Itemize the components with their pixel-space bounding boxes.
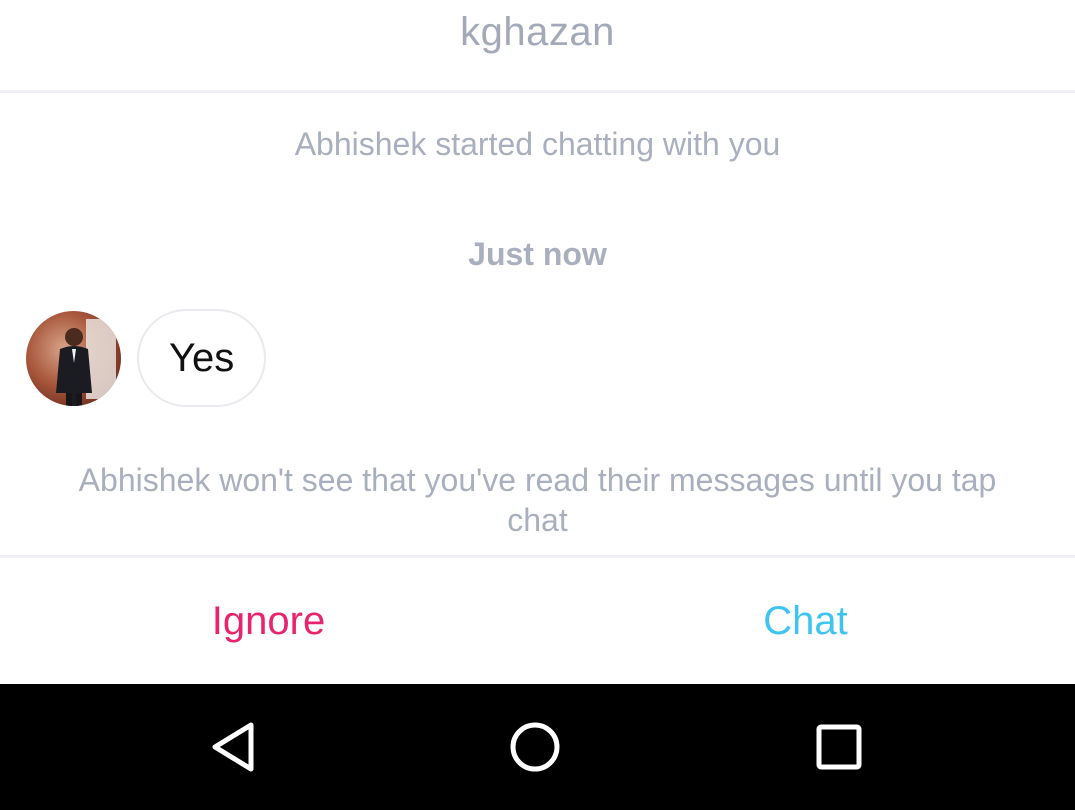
message-request-screen: kghazan Abhishek started chatting with y… (0, 0, 1075, 810)
back-triangle-icon (212, 722, 254, 772)
avatar[interactable] (26, 310, 121, 406)
ignore-button[interactable]: Ignore (0, 558, 537, 684)
recents-square-icon (816, 724, 862, 770)
recents-button[interactable] (779, 684, 899, 810)
home-button[interactable] (475, 684, 595, 810)
back-button[interactable] (173, 684, 293, 810)
chat-started-notice: Abhishek started chatting with you (294, 126, 781, 162)
header: kghazan (0, 0, 1075, 93)
message-timestamp: Just now (468, 236, 607, 272)
message-bubble: Yes (137, 309, 267, 407)
home-circle-icon (510, 722, 560, 772)
read-receipt-notice: Abhishek won't see that you've read thei… (78, 462, 997, 538)
action-bar: Ignore Chat (0, 555, 1075, 684)
message-row: Yes (26, 306, 267, 410)
chat-button[interactable]: Chat (537, 558, 1074, 684)
page-title: kghazan (460, 10, 615, 54)
system-navigation-bar (0, 684, 1075, 810)
